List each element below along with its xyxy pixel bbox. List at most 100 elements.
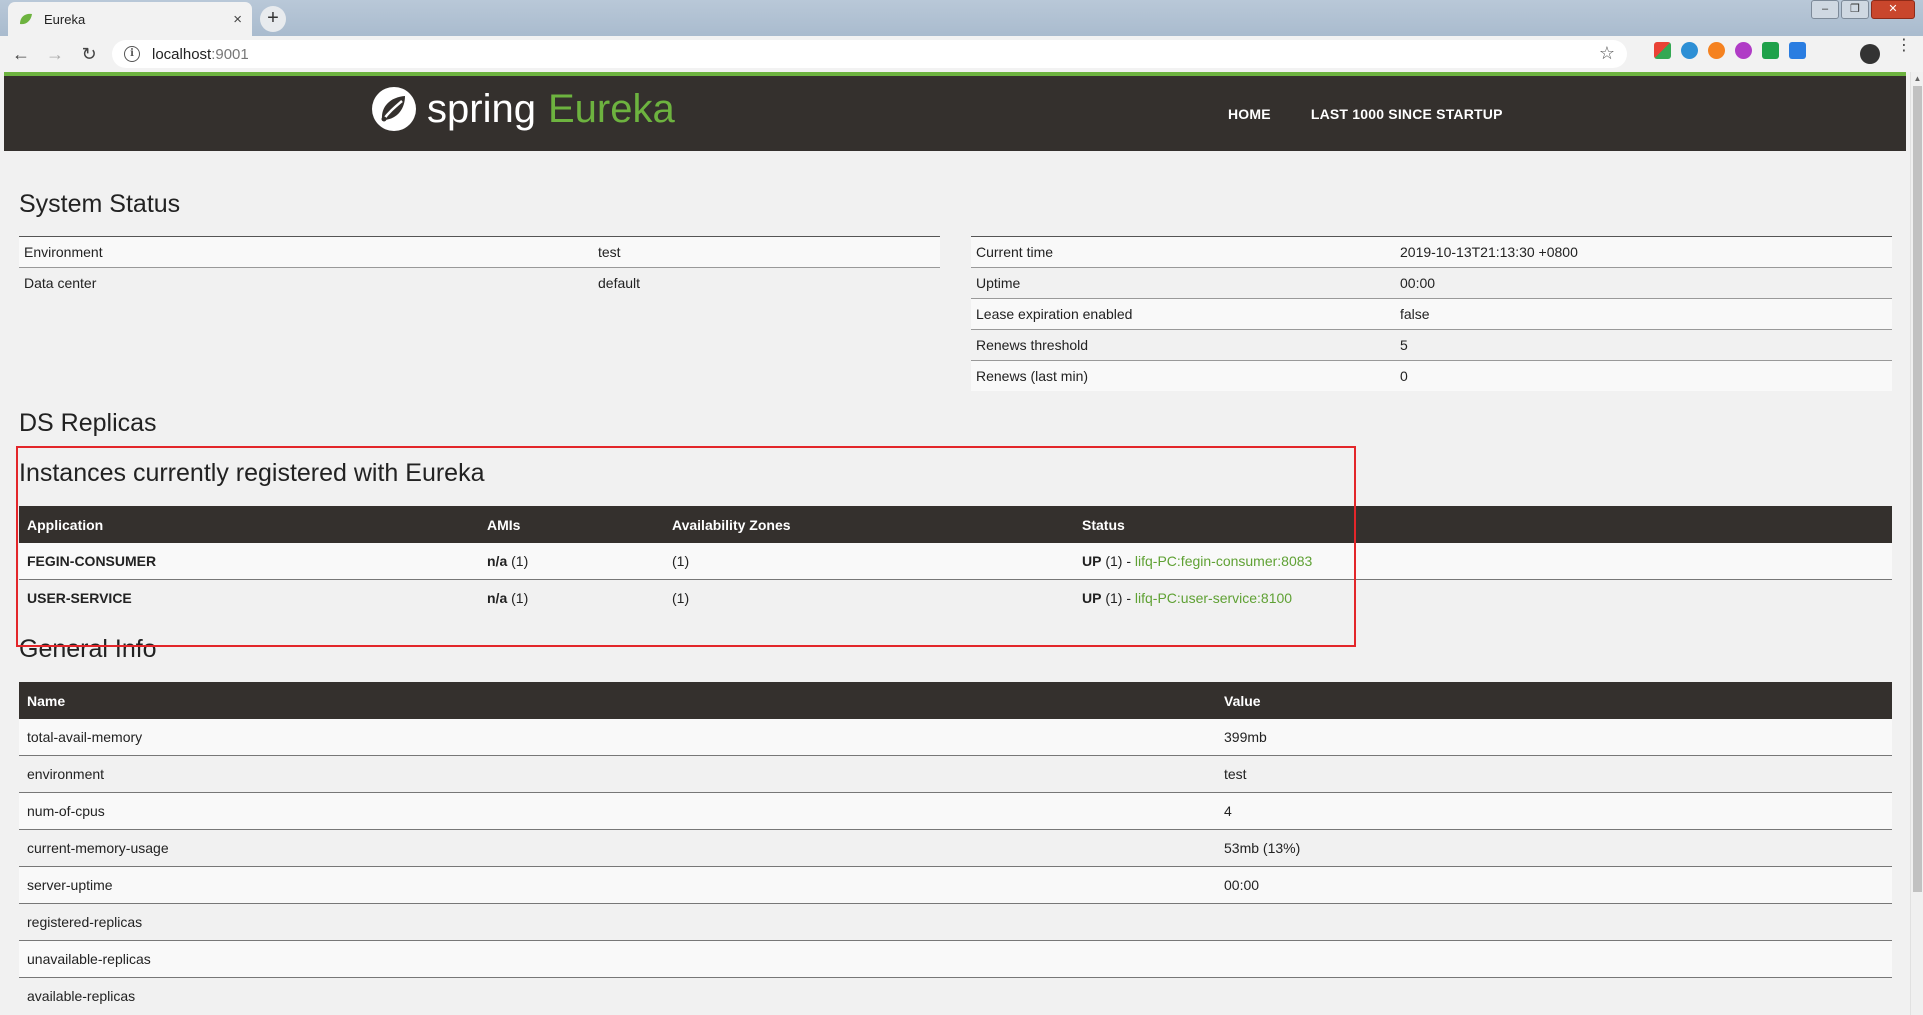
close-window-button[interactable]: ✕: [1871, 0, 1915, 19]
info-value: [1216, 977, 1892, 1014]
info-name: num-of-cpus: [19, 792, 1216, 830]
spring-logo-icon: [372, 87, 416, 131]
top-nav: HOME LAST 1000 SINCE STARTUP: [1228, 106, 1503, 122]
status-value: 5: [1395, 329, 1892, 361]
status-key: Data center: [19, 267, 593, 298]
table-row: registered-replicas: [19, 903, 1892, 941]
info-value: 00:00: [1216, 866, 1892, 904]
info-value: test: [1216, 755, 1892, 793]
nav-last-1000-link[interactable]: LAST 1000 SINCE STARTUP: [1311, 106, 1503, 122]
table-row: server-uptime 00:00: [19, 866, 1892, 904]
instances-heading: Instances currently registered with Eure…: [19, 459, 485, 487]
tab-title: Eureka: [44, 11, 86, 27]
browser-toolbar: ← → ↻ i localhost:9001 ☆ ⋮: [0, 36, 1923, 73]
browser-tabstrip: Eureka × + – ❐ ✕: [0, 0, 1923, 36]
info-value: [1216, 903, 1892, 941]
extension-icon[interactable]: [1654, 42, 1671, 59]
reload-icon[interactable]: ↻: [76, 44, 102, 65]
status-cell: UP (1) - lifq-PC:fegin-consumer:8083: [1074, 543, 1892, 580]
maximize-button[interactable]: ❐: [1841, 0, 1869, 19]
table-row: environment test: [19, 755, 1892, 793]
status-row: Renews threshold 5: [971, 329, 1892, 361]
extension-icon[interactable]: [1708, 42, 1725, 59]
page-content: spring Eureka HOME LAST 1000 SINCE START…: [0, 72, 1910, 1015]
instance-link[interactable]: lifq-PC:fegin-consumer:8083: [1135, 553, 1312, 569]
url-text: localhost:9001: [152, 45, 249, 63]
table-row: unavailable-replicas: [19, 940, 1892, 978]
ami-cell: n/a (1): [479, 543, 664, 580]
application-name: USER-SERVICE: [19, 579, 479, 616]
system-status-heading: System Status: [19, 190, 181, 218]
general-info-header-row: Name Value: [19, 682, 1892, 719]
zones-cell: (1): [664, 543, 1074, 580]
column-header: Name: [19, 682, 1216, 719]
column-header: Application: [19, 506, 479, 543]
tab-close-icon[interactable]: ×: [233, 11, 242, 28]
nav-home-link[interactable]: HOME: [1228, 106, 1271, 122]
window-controls: – ❐ ✕: [1811, 0, 1915, 19]
status-key: Lease expiration enabled: [971, 298, 1395, 330]
instances-table: Application AMIs Availability Zones Stat…: [19, 506, 1892, 616]
logo-eureka-text: Eureka: [547, 86, 675, 131]
status-value: 2019-10-13T21:13:30 +0800: [1395, 236, 1892, 268]
extension-icon[interactable]: [1681, 42, 1698, 59]
table-row: total-avail-memory 399mb: [19, 719, 1892, 756]
zones-cell: (1): [664, 579, 1074, 616]
instances-header-row: Application AMIs Availability Zones Stat…: [19, 506, 1892, 543]
status-row: Data center default: [19, 267, 940, 298]
status-value: false: [1395, 298, 1892, 330]
extension-icon[interactable]: [1789, 42, 1806, 59]
new-tab-button[interactable]: +: [260, 6, 286, 32]
table-row: num-of-cpus 4: [19, 792, 1892, 830]
spring-eureka-logo[interactable]: spring Eureka: [371, 86, 675, 132]
eureka-navbar: spring Eureka HOME LAST 1000 SINCE START…: [4, 72, 1906, 151]
extensions-area: [1654, 42, 1806, 59]
table-row: FEGIN-CONSUMER n/a (1) (1) UP (1) - lifq…: [19, 543, 1892, 580]
bookmark-star-icon[interactable]: ☆: [1599, 43, 1615, 64]
status-key: Renews (last min): [971, 360, 1395, 391]
status-row: Renews (last min) 0: [971, 360, 1892, 391]
forward-arrow-icon[interactable]: →: [42, 44, 68, 65]
column-header: Status: [1074, 506, 1892, 543]
ami-cell: n/a (1): [479, 579, 664, 616]
browser-menu-icon[interactable]: ⋮: [1896, 38, 1912, 54]
extension-icon[interactable]: [1735, 42, 1752, 59]
status-value: 0: [1395, 360, 1892, 391]
scrollbar-thumb[interactable]: [1913, 86, 1922, 892]
column-header: Availability Zones: [664, 506, 1074, 543]
application-name: FEGIN-CONSUMER: [19, 543, 479, 580]
system-status-left-table: Environment test Data center default: [19, 236, 940, 298]
info-value: 399mb: [1216, 719, 1892, 756]
info-value: 4: [1216, 792, 1892, 830]
logo-spring-text: spring: [427, 86, 536, 131]
status-row: Environment test: [19, 236, 940, 268]
general-info-table: Name Value total-avail-memory 399mb envir…: [19, 682, 1892, 1014]
status-cell: UP (1) - lifq-PC:user-service:8100: [1074, 579, 1892, 616]
instance-link[interactable]: lifq-PC:user-service:8100: [1135, 590, 1292, 606]
extension-icon[interactable]: [1762, 42, 1779, 59]
back-arrow-icon[interactable]: ←: [8, 44, 34, 65]
info-name: registered-replicas: [19, 903, 1216, 941]
status-row: Current time 2019-10-13T21:13:30 +0800: [971, 236, 1892, 268]
table-row: available-replicas: [19, 977, 1892, 1014]
status-value: test: [593, 236, 940, 268]
minimize-button[interactable]: –: [1811, 0, 1839, 19]
address-bar[interactable]: i localhost:9001 ☆: [112, 40, 1627, 68]
status-row: Lease expiration enabled false: [971, 298, 1892, 330]
status-key: Renews threshold: [971, 329, 1395, 361]
info-name: available-replicas: [19, 977, 1216, 1014]
site-info-icon[interactable]: i: [124, 46, 140, 62]
status-key: Uptime: [971, 267, 1395, 299]
table-row: USER-SERVICE n/a (1) (1) UP (1) - lifq-P…: [19, 579, 1892, 616]
table-row: current-memory-usage 53mb (13%): [19, 829, 1892, 867]
profile-avatar[interactable]: [1860, 44, 1880, 64]
spring-leaf-icon: [20, 13, 32, 25]
status-value: 00:00: [1395, 267, 1892, 299]
info-value: [1216, 940, 1892, 978]
status-row: Uptime 00:00: [971, 267, 1892, 299]
page-scrollbar[interactable]: ▲: [1910, 72, 1923, 1015]
status-key: Current time: [971, 236, 1395, 268]
scroll-up-arrow-icon[interactable]: ▲: [1913, 74, 1922, 84]
column-header: Value: [1216, 682, 1892, 719]
browser-tab[interactable]: Eureka ×: [8, 2, 252, 36]
